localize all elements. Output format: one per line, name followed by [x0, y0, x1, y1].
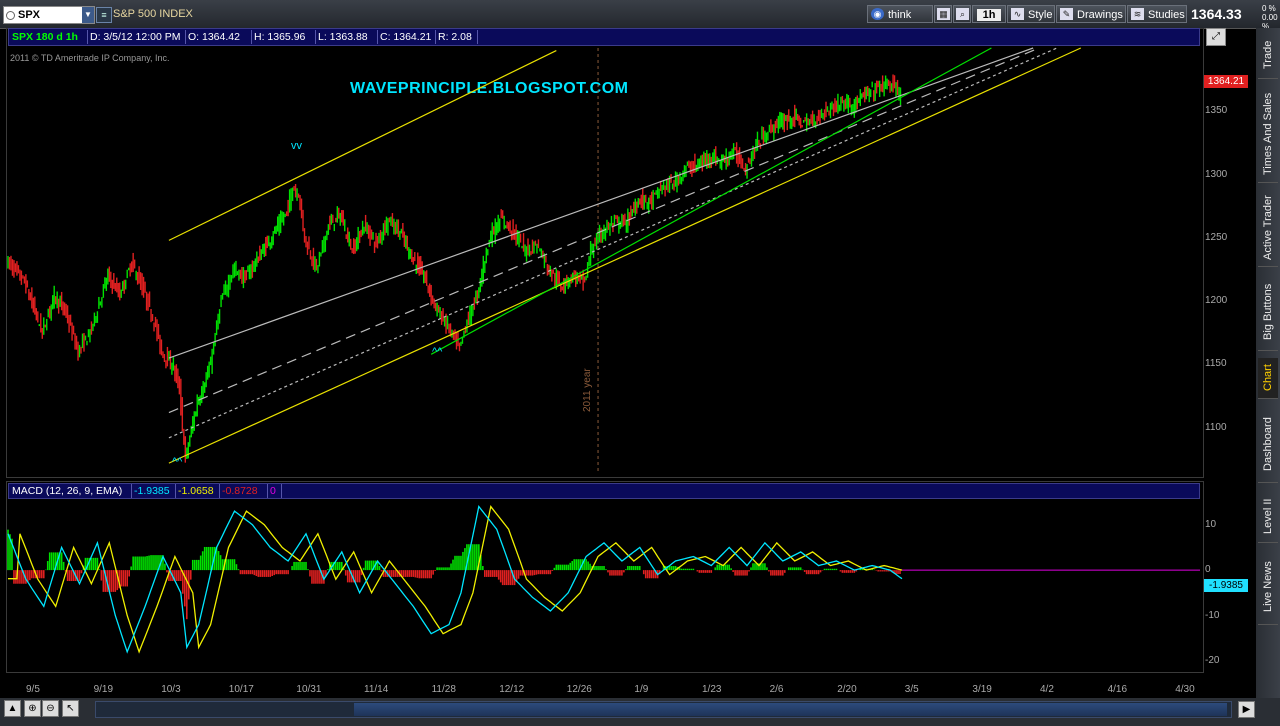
cursor-icon[interactable]: ↖ [62, 700, 79, 717]
side-tab-times-and-sales[interactable]: Times And Sales [1258, 86, 1278, 183]
price-tag: 1364.21 [1204, 75, 1248, 88]
price-tick-label: 1250 [1205, 231, 1228, 243]
time-tick-label: 11/28 [431, 684, 456, 695]
time-tick-label: 12/26 [566, 684, 592, 695]
macd-tick-label: -10 [1205, 609, 1220, 621]
time-tick-label: 3/19 [972, 684, 992, 695]
time-tick-label: 10/3 [161, 684, 181, 695]
time-tick-label: 10/17 [228, 684, 254, 695]
time-tick-label: 9/19 [93, 684, 114, 695]
collapse-icon[interactable]: ▲ [4, 700, 21, 717]
side-tab-active-trader[interactable]: Active Trader [1258, 190, 1278, 267]
zoom-out-icon[interactable]: ⊖ [42, 700, 59, 717]
macd-diff: -0.8728 [219, 484, 268, 498]
time-tick-label: 9/5 [26, 684, 40, 695]
side-tab-trade[interactable]: Trade [1258, 32, 1278, 79]
zoom-in-icon[interactable]: ⊕ [24, 700, 41, 717]
time-tick-label: 4/16 [1107, 684, 1128, 695]
macd-tick-label: -20 [1205, 654, 1220, 666]
trend-line [430, 47, 992, 355]
pitchfork-lower-line [168, 47, 1058, 439]
time-tick-label: 4/30 [1175, 684, 1195, 695]
macd-series [7, 504, 1200, 654]
pitchfork-median-line [168, 47, 1040, 414]
channel-lower-line [168, 47, 1082, 464]
macd-label: MACD (12, 26, 9, EMA) [9, 484, 132, 498]
chart-canvas [7, 47, 1200, 654]
macd-value: -1.9385 [131, 484, 176, 498]
pitchfork-upper-line [168, 47, 1034, 359]
time-tick-label: 12/12 [499, 684, 525, 695]
macd-tick-label: 0 [1205, 564, 1211, 576]
side-tab-chart[interactable]: Chart [1258, 358, 1278, 399]
time-tick-label: 2/6 [769, 684, 784, 695]
wave-origin-label: ^^ [172, 456, 183, 468]
time-tick-label: 1/9 [634, 684, 649, 695]
time-tick-label: 1/23 [702, 684, 722, 695]
wave-top-label: vv [291, 140, 302, 152]
macd-avg: -1.0658 [175, 484, 220, 498]
side-tab-big-buttons[interactable]: Big Buttons [1258, 274, 1278, 351]
year-marker-label: 2011 year [582, 368, 593, 412]
price-tick-label: 1100 [1205, 421, 1227, 433]
channel-upper-line [168, 49, 557, 241]
side-panel: Trade Times And Sales Active Trader Big But… [1256, 28, 1280, 700]
time-tick-label: 11/14 [364, 684, 389, 695]
macd-zero: 0 [267, 484, 282, 498]
time-tick-label: 2/20 [837, 684, 857, 695]
time-scrollbar[interactable] [95, 701, 1232, 718]
time-tick-label: 4/2 [1040, 684, 1054, 695]
scroll-right-icon[interactable]: ▶ [1238, 701, 1255, 718]
price-tick-label: 1350 [1205, 105, 1228, 117]
macd-value-line [7, 504, 903, 654]
drawing-lines [168, 47, 1082, 472]
price-tick-label: 1200 [1205, 295, 1228, 307]
price-series [7, 74, 902, 463]
macd-value-tag: -1.9385 [1204, 579, 1248, 592]
time-tick-label: 3/5 [904, 684, 919, 695]
price-tick-label: 1300 [1205, 168, 1228, 180]
macd-info-bar: MACD (12, 26, 9, EMA) -1.9385 -1.0658 -0… [8, 483, 1200, 499]
price-tick-label: 1150 [1205, 358, 1227, 370]
macd-tick-label: 10 [1205, 518, 1217, 530]
scroll-thumb[interactable] [354, 703, 1227, 716]
side-tab-live-news[interactable]: Live News [1258, 550, 1278, 625]
macd-avg-line [8, 504, 903, 654]
time-tick-label: 10/31 [296, 684, 322, 695]
side-tab-level-ii[interactable]: Level II [1258, 490, 1278, 543]
side-tab-dashboard[interactable]: Dashboard [1258, 406, 1278, 483]
wave-low-label: ^^ [432, 346, 443, 358]
